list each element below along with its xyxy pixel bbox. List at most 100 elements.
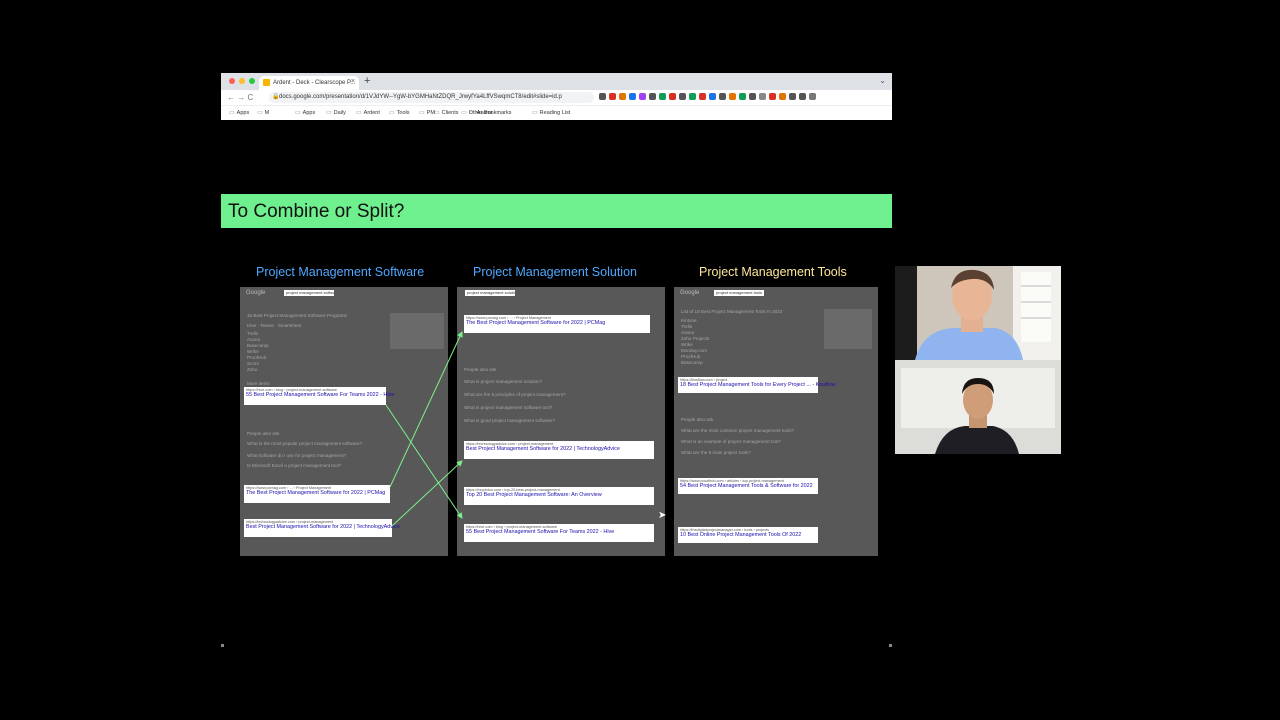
extension-8-icon[interactable]	[669, 93, 676, 100]
bookmark-daily[interactable]: Daily	[326, 109, 346, 116]
address-bar[interactable]: 🔒 docs.google.com/presentation/d/1VJdYW-…	[269, 92, 594, 103]
close-window-button[interactable]	[229, 78, 235, 84]
extension-3-icon[interactable]	[619, 93, 626, 100]
tab-search-chevron-icon[interactable]: ⌄	[879, 76, 886, 85]
serp-faint-text: Trello	[681, 324, 693, 329]
extension-1-icon[interactable]	[599, 93, 606, 100]
slide-corner-marker	[889, 644, 892, 647]
address-url: docs.google.com/presentation/d/1VJdYW--Y…	[279, 94, 562, 100]
extension-12-icon[interactable]	[709, 93, 716, 100]
serp-faint-text: What is an example of project management…	[681, 439, 781, 444]
serp-result-card[interactable]: https://hive.com › blog › project-manage…	[244, 387, 394, 405]
serp-result-title[interactable]: Top 20 Best Project Management Software:…	[466, 492, 652, 498]
bookmark-pm[interactable]: PM	[419, 109, 435, 116]
new-tab-button[interactable]: +	[364, 75, 370, 87]
serp-screenshot-tools: Google project management tools List of …	[674, 287, 878, 556]
extension-15-icon[interactable]	[739, 93, 746, 100]
serp-faint-text: What is the most popular project managem…	[247, 441, 363, 446]
serp-faint-text: Wrike	[247, 349, 259, 354]
serp-result-card[interactable]: https://kissflow.com › project 18 Best Pr…	[678, 377, 835, 393]
extension-21-icon[interactable]	[799, 93, 806, 100]
slides-favicon-icon	[263, 79, 270, 86]
browser-tab-active[interactable]: Ardent - Deck - Clearscope P... ×	[259, 76, 359, 90]
navigation-buttons[interactable]: ← → C	[227, 93, 253, 102]
extension-9-icon[interactable]	[679, 93, 686, 100]
serp-faint-text: Trello	[247, 331, 259, 336]
serp-faint-text: Kintone	[681, 318, 697, 323]
extension-17-icon[interactable]	[759, 93, 766, 100]
extension-5-icon[interactable]	[639, 93, 646, 100]
extension-19-icon[interactable]	[779, 93, 786, 100]
serp-result-card[interactable]: https://thedigitalprojectmanager.com › t…	[678, 527, 818, 543]
extension-20-icon[interactable]	[789, 93, 796, 100]
google-logo: Google	[246, 290, 266, 296]
serp-result-title[interactable]: 55 Best Project Management Software For …	[246, 392, 394, 398]
serp-thumbnail	[824, 309, 872, 349]
extension-14-icon[interactable]	[729, 93, 736, 100]
extension-icons	[599, 93, 816, 100]
serp-result-title[interactable]: 10 Best Online Project Management Tools …	[680, 532, 816, 538]
serp-faint-text: What are the 5 main project tools?	[681, 450, 751, 455]
serp-faint-text: More items	[247, 381, 270, 386]
extension-6-icon[interactable]	[649, 93, 656, 100]
webcam-participant-2	[895, 360, 1061, 454]
serp-result-card[interactable]: https://technologyadvice.com › project-m…	[244, 519, 400, 537]
serp-faint-text: Zoho Projects	[681, 336, 710, 341]
serp-faint-text: Hive · Teams · Smartsheet	[247, 323, 302, 328]
serp-result-card[interactable]: https://mopinion.com › top-20-best-proje…	[464, 487, 654, 505]
serp-faint-text: Asana	[247, 337, 261, 342]
serp-result-title[interactable]: 54 Best Project Management Tools & Softw…	[680, 483, 816, 489]
serp-result-card[interactable]: https://www.proofhub.com › articles › to…	[678, 478, 818, 494]
extension-18-icon[interactable]	[769, 93, 776, 100]
extension-16-icon[interactable]	[749, 93, 756, 100]
extension-10-icon[interactable]	[689, 93, 696, 100]
serp-result-title[interactable]: Best Project Management Software for 202…	[466, 446, 652, 452]
serp-faint-text: People also ask	[247, 431, 280, 436]
minimize-window-button[interactable]	[239, 78, 245, 84]
extension-11-icon[interactable]	[699, 93, 706, 100]
serp-faint-text: What is good project management software…	[464, 418, 556, 423]
reading-list-button[interactable]: Reading List	[532, 109, 571, 116]
bookmark-tools[interactable]: Tools	[389, 109, 410, 116]
maximize-window-button[interactable]	[249, 78, 255, 84]
serp-result-title[interactable]: Best Project Management Software for 202…	[246, 524, 400, 530]
extension-2-icon[interactable]	[609, 93, 616, 100]
lock-icon: 🔒	[272, 94, 280, 100]
extension-13-icon[interactable]	[719, 93, 726, 100]
google-logo: Google	[680, 290, 700, 296]
serp-result-title[interactable]: The Best Project Management Software for…	[466, 320, 648, 326]
serp-faint-text: People also ask	[464, 367, 497, 372]
tab-close-icon[interactable]: ×	[351, 78, 355, 85]
serp-faint-text: Monday.com	[681, 348, 707, 353]
serp-faint-text: Basecamp	[247, 343, 269, 348]
browser-window: Ardent - Deck - Clearscope P... × + ⌄ ← …	[221, 73, 892, 120]
bookmark-asana[interactable]: Asana	[469, 109, 493, 116]
bookmark-ardent[interactable]: Ardent	[356, 109, 380, 116]
serp-search-box: project management solution	[465, 290, 515, 296]
serp-result-title[interactable]: The Best Project Management Software for…	[246, 490, 388, 496]
serp-faint-text: Asana	[681, 330, 695, 335]
serp-result-card[interactable]: https://technologyadvice.com › project-m…	[464, 441, 654, 459]
extension-4-icon[interactable]	[629, 93, 636, 100]
serp-faint-text: Zoho	[247, 367, 258, 372]
serp-faint-text: List of 18 Best Project Management Tools…	[681, 309, 783, 314]
serp-faint-text: What are the most common project managem…	[681, 428, 795, 433]
bookmark-m[interactable]: M	[257, 109, 270, 116]
serp-result-title[interactable]: 55 Best Project Management Software For …	[466, 529, 652, 535]
bookmark-apps[interactable]: Apps	[295, 109, 316, 116]
serp-faint-text: ProofHub	[681, 354, 701, 359]
slide-header: To Combine or Split?	[221, 194, 892, 228]
column-title-solution: Project Management Solution	[473, 265, 637, 279]
serp-result-card[interactable]: https://www.pcmag.com › ... › Project Ma…	[244, 485, 390, 503]
serp-result-card[interactable]: https://www.pcmag.com › ... › Project Ma…	[464, 315, 650, 333]
extension-7-icon[interactable]	[659, 93, 666, 100]
bookmark-apps[interactable]: Apps	[229, 109, 250, 116]
serp-result-card[interactable]: https://hive.com › blog › project-manage…	[464, 524, 654, 542]
serp-faint-text: 15 Best Project Management Software Prog…	[247, 313, 347, 318]
bookmark-clients[interactable]: Clients	[434, 109, 459, 116]
serp-result-title[interactable]: 18 Best Project Management Tools for Eve…	[680, 382, 835, 388]
extension-22-icon[interactable]	[809, 93, 816, 100]
mouse-cursor-icon: ➤	[658, 510, 667, 521]
browser-toolbar: ← → C 🔒 docs.google.com/presentation/d/1…	[221, 90, 892, 105]
serp-faint-text: People also ask	[681, 417, 714, 422]
